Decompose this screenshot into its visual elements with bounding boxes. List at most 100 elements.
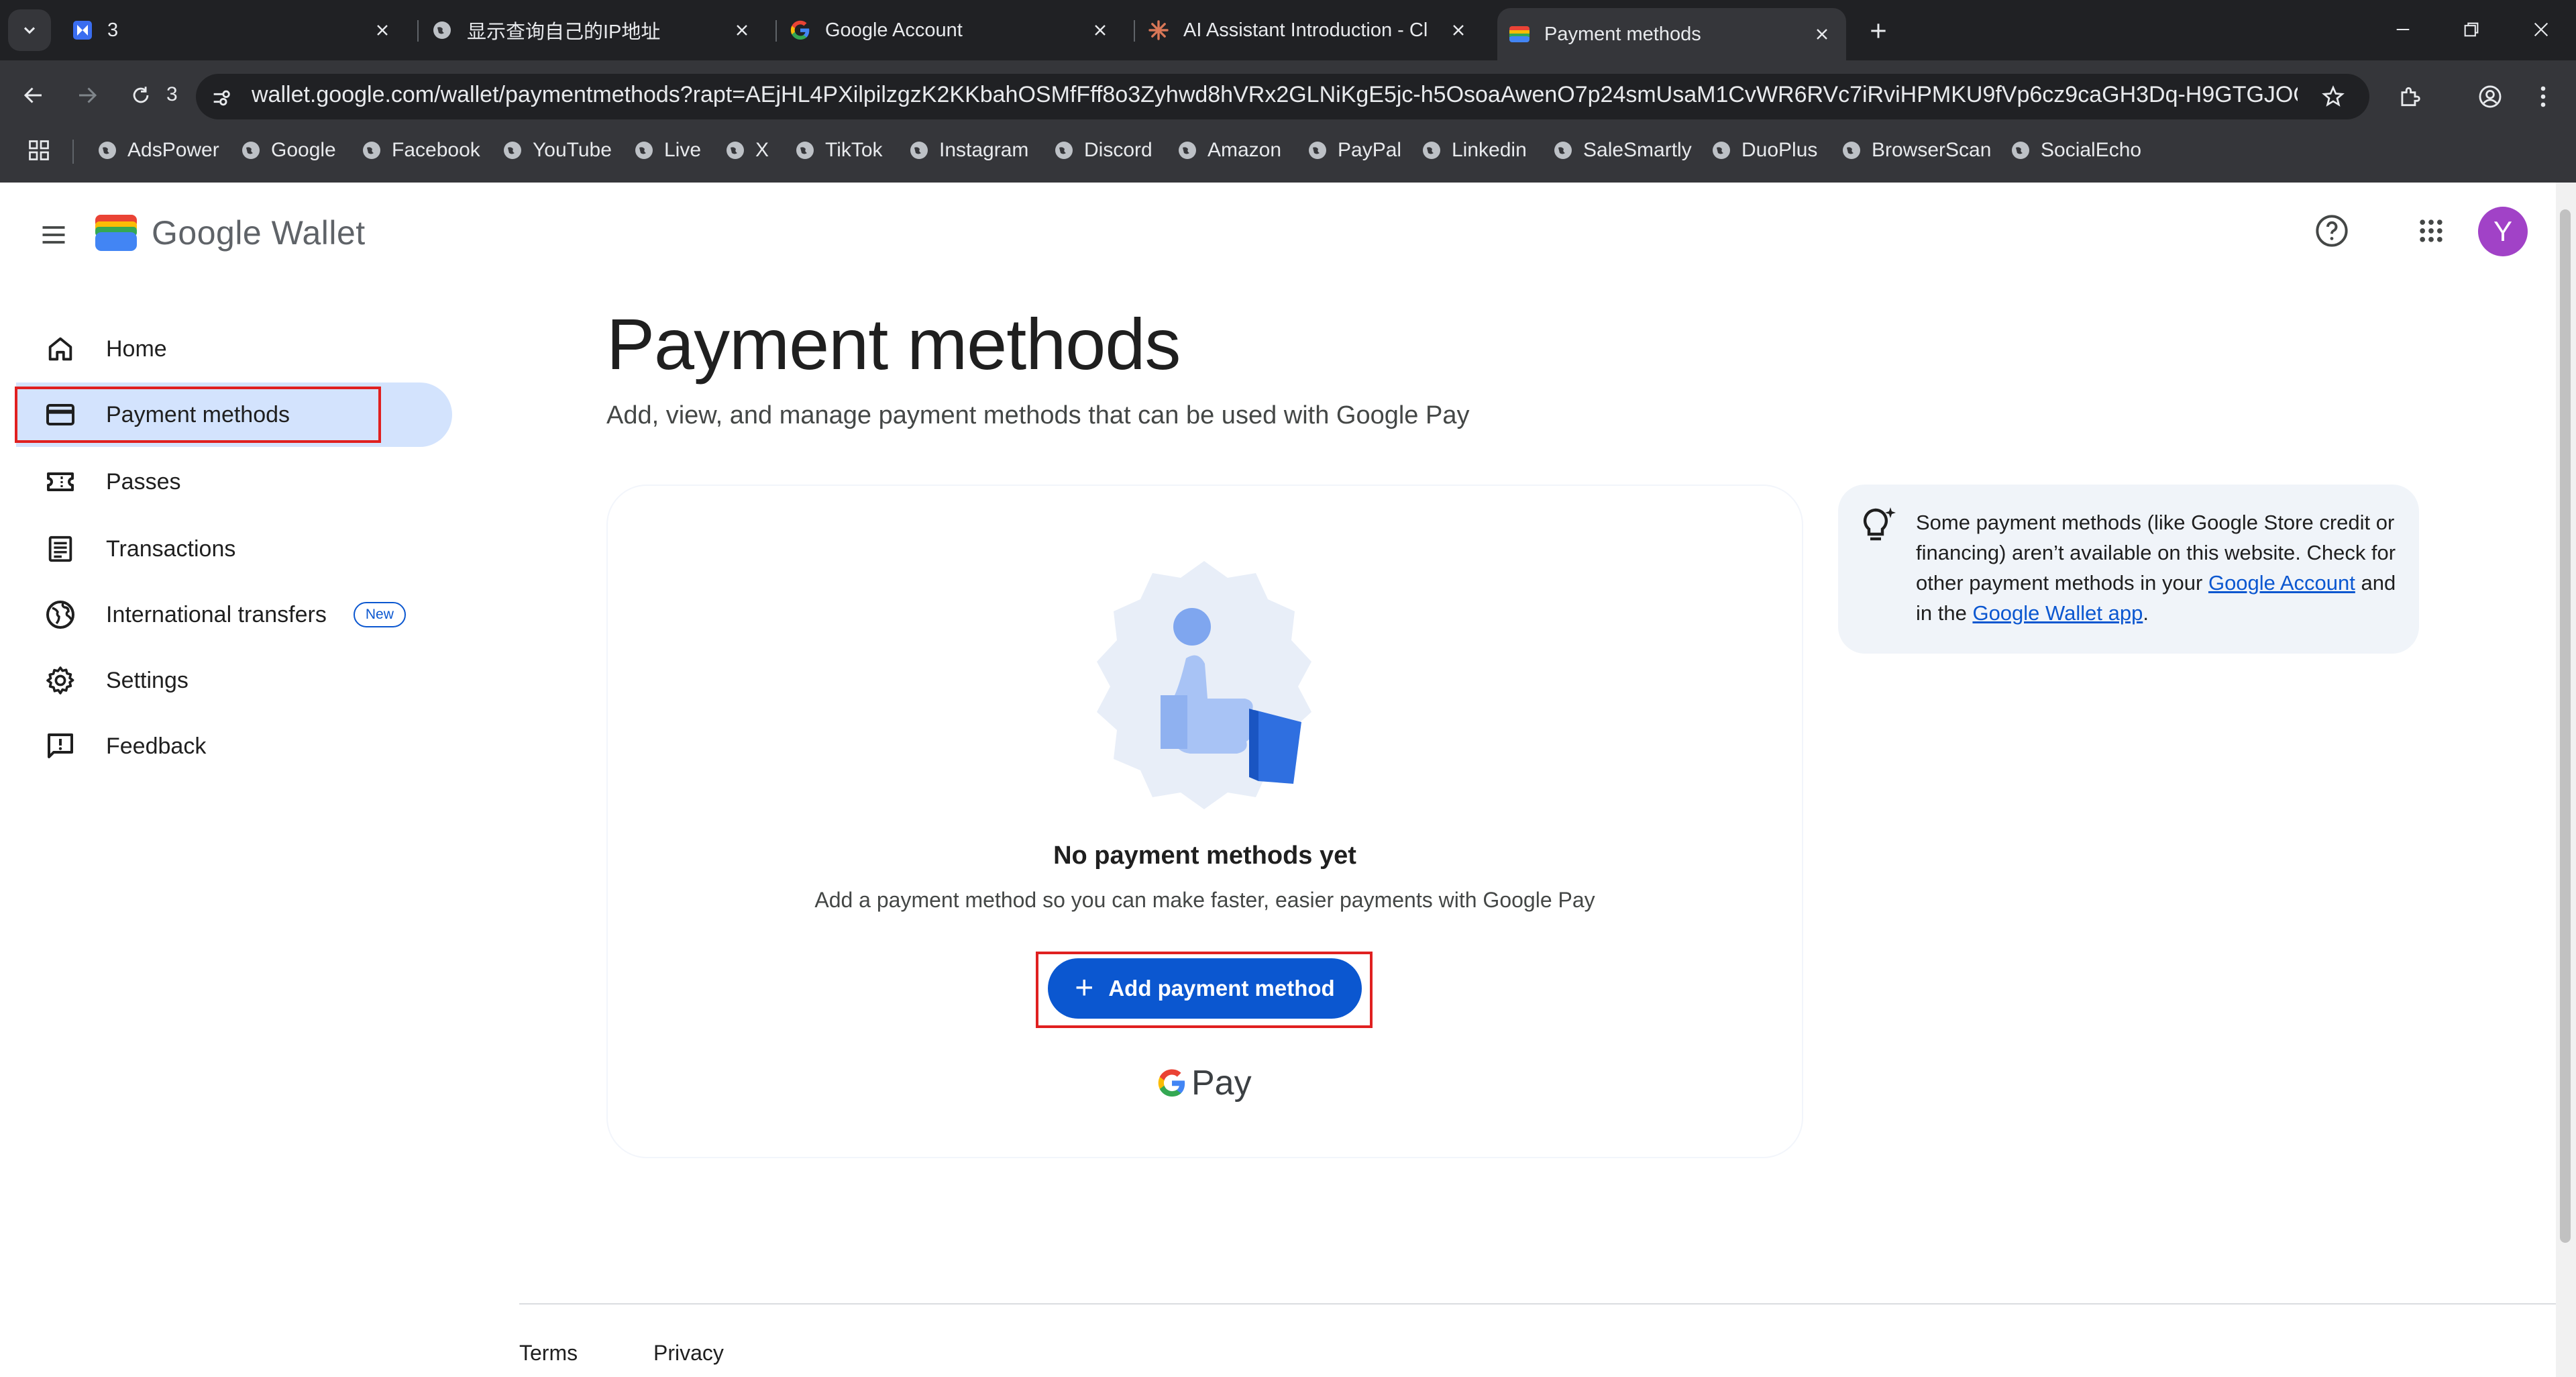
new-tab-button[interactable] xyxy=(1862,15,1894,47)
sidebar-item-transactions[interactable]: Transactions xyxy=(16,517,452,581)
browser-tab-1[interactable]: 3 xyxy=(64,9,407,51)
bookmark-tiktok[interactable]: TikTok xyxy=(794,138,883,162)
close-window-button[interactable] xyxy=(2521,11,2561,48)
tab-title: 3 xyxy=(107,19,119,41)
minimize-icon xyxy=(2396,28,2410,31)
highlight-annotation-box xyxy=(15,387,381,443)
back-button[interactable] xyxy=(16,78,51,113)
globe-icon xyxy=(910,142,928,159)
globe-icon xyxy=(363,142,380,159)
scrollbar-thumb[interactable] xyxy=(2560,209,2571,1243)
close-tab-icon[interactable] xyxy=(1445,17,1472,44)
terms-link[interactable]: Terms xyxy=(519,1341,578,1366)
browser-tab-2[interactable]: 显示查询自己的IP地址 xyxy=(424,9,766,51)
bookmark-discord[interactable]: Discord xyxy=(1053,138,1152,162)
bookmark-label: Linkedin xyxy=(1452,139,1527,161)
restore-icon xyxy=(2464,22,2479,37)
avatar[interactable]: Y xyxy=(2478,207,2528,256)
highlight-annotation-box xyxy=(1036,952,1373,1028)
bookmark-facebook[interactable]: Facebook xyxy=(361,138,480,162)
sidebar-item-settings[interactable]: Settings xyxy=(16,648,452,713)
reload-icon xyxy=(133,87,149,103)
globe-icon xyxy=(1554,142,1572,159)
tab-title: Google Account xyxy=(825,19,963,41)
bookmark-divider xyxy=(72,140,74,164)
site-info-icon[interactable] xyxy=(207,83,236,113)
close-tab-icon[interactable] xyxy=(729,17,755,44)
globe-icon xyxy=(1713,142,1730,159)
chevron-down-icon xyxy=(23,27,36,34)
bookmark-instagram[interactable]: Instagram xyxy=(908,138,1028,162)
apps-grid-icon xyxy=(2420,219,2443,242)
close-tab-icon[interactable] xyxy=(369,17,396,44)
browser-tab-3[interactable]: Google Account xyxy=(782,9,1124,51)
google-wallet-icon xyxy=(1508,23,1531,46)
bookmark-linkedin[interactable]: Linkedin xyxy=(1421,138,1527,162)
tab-separator xyxy=(775,20,777,42)
bookmark-socialecho[interactable]: SocialEcho xyxy=(2010,138,2141,162)
gpay-text: Pay xyxy=(1191,1064,1252,1103)
bookmark-label: AdsPower xyxy=(127,139,219,161)
sidebar-item-label: International transfers xyxy=(106,601,327,627)
url-text[interactable]: wallet.google.com/wallet/paymentmethods?… xyxy=(252,82,2298,108)
bookmark-duoplus[interactable]: DuoPlus xyxy=(1711,138,1817,162)
bookmark-amazon[interactable]: Amazon xyxy=(1177,138,1281,162)
bookmark-label: Google xyxy=(271,139,336,161)
google-apps-button[interactable] xyxy=(2410,209,2453,252)
privacy-link[interactable]: Privacy xyxy=(653,1341,724,1366)
google-account-link[interactable]: Google Account xyxy=(2208,571,2355,595)
bookmark-google[interactable]: Google xyxy=(240,138,336,162)
bookmark-live[interactable]: Live xyxy=(633,138,701,162)
sidebar-item-international-transfers[interactable]: International transfers New xyxy=(16,582,452,647)
extensions-icon[interactable] xyxy=(2391,78,2428,115)
feedback-icon xyxy=(43,729,78,764)
arrow-right-icon xyxy=(79,87,97,103)
sidebar-item-label: Passes xyxy=(106,468,181,495)
kebab-menu-icon[interactable] xyxy=(2526,78,2560,115)
google-pay-logo: Pay xyxy=(1157,1063,1252,1103)
profile-icon[interactable] xyxy=(2471,78,2509,115)
help-icon xyxy=(2316,215,2348,247)
bookmark-label: YouTube xyxy=(533,139,612,161)
bookmark-paypal[interactable]: PayPal xyxy=(1307,138,1401,162)
bookmark-x[interactable]: X xyxy=(724,138,769,162)
globe-icon xyxy=(99,142,116,159)
bookmark-youtube[interactable]: YouTube xyxy=(502,138,612,162)
sidebar-item-home[interactable]: Home xyxy=(16,317,452,381)
sidebar-item-passes[interactable]: Passes xyxy=(16,450,452,514)
tab-separator xyxy=(1134,20,1135,42)
sidebar-item-label: Settings xyxy=(106,667,189,693)
reload-counter: 3 xyxy=(166,83,178,105)
bookmark-label: Live xyxy=(664,139,702,161)
bookmark-adspower[interactable]: AdsPower xyxy=(97,138,219,162)
restore-button[interactable] xyxy=(2451,11,2491,48)
tab-search-button[interactable] xyxy=(8,9,51,51)
google-wallet-app-link[interactable]: Google Wallet app xyxy=(1972,601,2143,625)
globe-icon xyxy=(504,142,521,159)
gear-icon xyxy=(43,663,78,698)
reload-button[interactable] xyxy=(123,78,158,113)
forward-button[interactable] xyxy=(70,78,105,113)
globe-icon xyxy=(242,142,260,159)
bookmark-label: Facebook xyxy=(392,139,480,161)
google-g-icon xyxy=(789,19,812,42)
info-tip-text: Some payment methods (like Google Store … xyxy=(1916,507,2399,628)
close-tab-icon[interactable] xyxy=(1087,17,1114,44)
minimize-button[interactable] xyxy=(2383,11,2423,48)
bookmark-browserscan[interactable]: BrowserScan xyxy=(1841,138,1991,162)
main-menu-button[interactable] xyxy=(35,216,72,254)
apps-grid-icon[interactable] xyxy=(27,138,52,164)
globe-icon xyxy=(1423,142,1440,159)
sidebar-item-label: Home xyxy=(106,336,167,362)
close-tab-icon[interactable] xyxy=(1809,21,1835,48)
browser-tab-5-active[interactable]: Payment methods xyxy=(1497,8,1846,60)
page-subtitle: Add, view, and manage payment methods th… xyxy=(606,401,1470,429)
bookmark-salesmartly[interactable]: SaleSmartly xyxy=(1552,138,1692,162)
sidebar-item-feedback[interactable]: Feedback xyxy=(16,714,452,778)
google-wallet-logo[interactable]: Google Wallet xyxy=(95,213,366,252)
browser-tab-4[interactable]: AI Assistant Introduction - Cl xyxy=(1140,9,1483,51)
bookmark-star-icon[interactable] xyxy=(2317,81,2349,113)
tab-title: Payment methods xyxy=(1544,23,1701,45)
help-button[interactable] xyxy=(2310,209,2353,252)
hamburger-menu-icon xyxy=(42,226,65,244)
